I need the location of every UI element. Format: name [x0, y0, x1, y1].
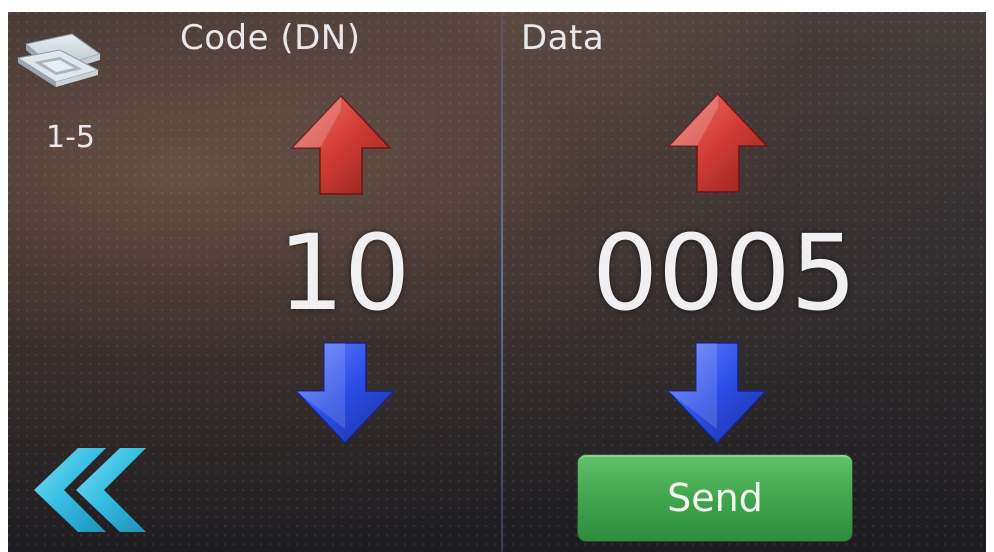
column-divider: [501, 12, 503, 552]
send-button-label: Send: [667, 476, 763, 520]
code-down-button[interactable]: [290, 339, 400, 449]
unit-label: 1-5: [46, 120, 95, 155]
data-value: 0005: [592, 212, 857, 334]
back-button[interactable]: [28, 444, 148, 536]
data-up-button[interactable]: [663, 88, 773, 198]
code-value: 10: [278, 212, 411, 334]
data-down-button[interactable]: [662, 339, 772, 449]
send-button[interactable]: Send: [578, 455, 852, 541]
code-up-button[interactable]: [286, 90, 396, 200]
blue-down-arrow-icon: [666, 342, 768, 445]
blue-down-arrow-icon: [294, 342, 396, 445]
data-header: Data: [521, 18, 605, 58]
code-header: Code (DN): [180, 18, 361, 58]
cassette-ac-unit-icon: [12, 24, 104, 102]
red-up-arrow-icon: [290, 94, 392, 195]
red-up-arrow-icon: [667, 92, 769, 193]
double-chevron-left-icon: [34, 448, 146, 532]
screen: 1-5 Code (DN) Data 10 0005 Send: [8, 12, 986, 552]
